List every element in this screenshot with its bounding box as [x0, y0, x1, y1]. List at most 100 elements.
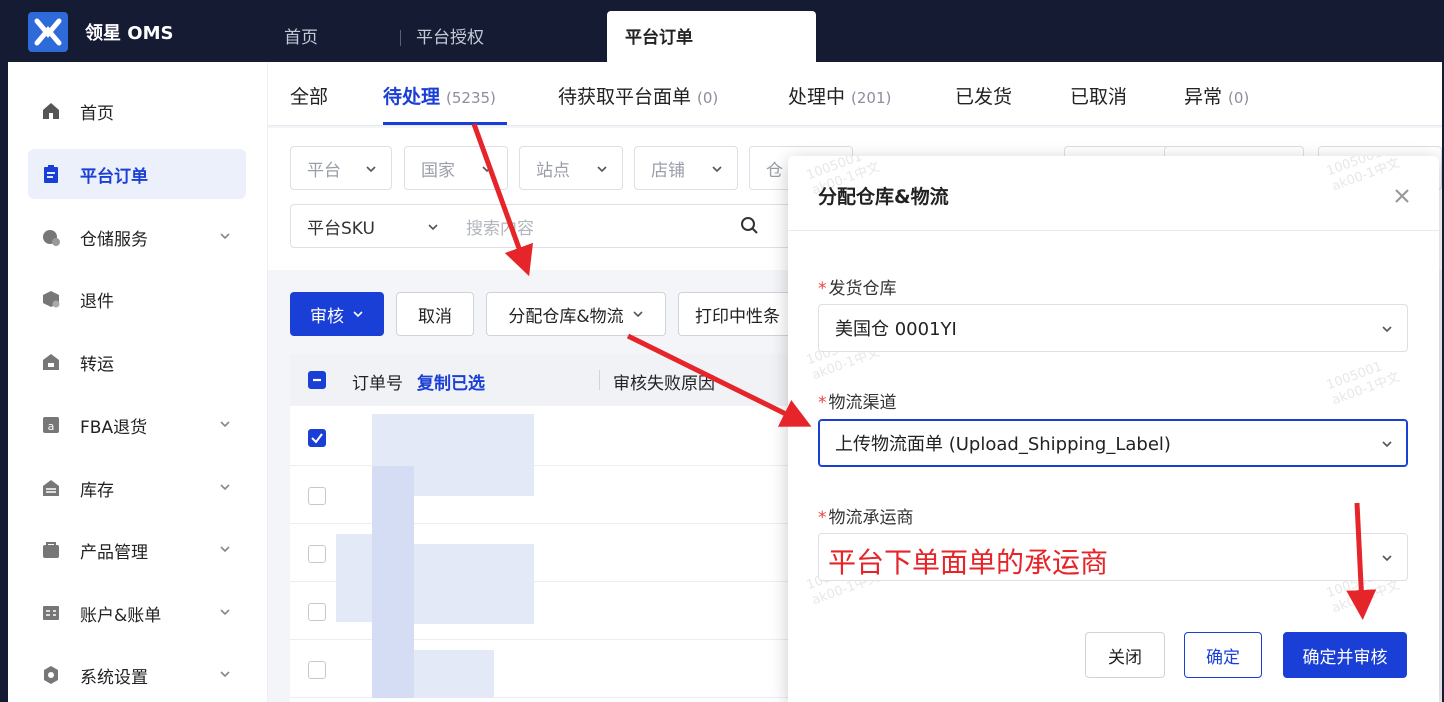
chevron-down-icon [1382, 555, 1392, 562]
chevron-down-icon [482, 166, 492, 173]
return-icon [40, 288, 62, 310]
confirm-and-audit-button[interactable]: 确定并审核 [1283, 632, 1407, 678]
sidebar-item-label: 退件 [80, 291, 114, 312]
account-icon [40, 602, 62, 624]
close-icon[interactable] [1392, 186, 1412, 206]
redacted-order-data [372, 524, 414, 582]
fba-icon: a [40, 414, 62, 436]
home-icon [40, 100, 62, 122]
window-frame-left [0, 0, 8, 702]
watermark: 1005001ak00-1中文 [1324, 359, 1402, 409]
chevron-down-icon [1382, 441, 1392, 448]
sidebar-item-label: 系统设置 [80, 667, 148, 688]
chevron-down-icon [220, 609, 230, 616]
assign-warehouse-logistics-dialog: 1005001ak00-1中文 1005001ak00-1中文 1005001a… [788, 156, 1439, 702]
cancel-order-button[interactable]: 取消 [396, 292, 474, 336]
logistics-channel-label: * 物流渠道 [818, 393, 897, 413]
top-tab-platform-orders[interactable]: 平台订单 [607, 11, 816, 62]
logistics-channel-select[interactable]: 上传物流面单 (Upload_Shipping_Label) [818, 419, 1408, 467]
sidebar-item-label: FBA退货 [80, 417, 148, 438]
warehouse-select[interactable]: 美国仓 0001YI [818, 304, 1408, 352]
top-tab-platform-auth[interactable]: 平台授权 [400, 0, 484, 62]
order-number-header: 订单号 [352, 374, 403, 394]
site-select[interactable]: 站点 [519, 146, 623, 190]
redacted-order-data [372, 582, 414, 640]
settings-icon [40, 664, 62, 686]
confirm-button[interactable]: 确定 [1184, 632, 1262, 678]
redacted-order-data [414, 582, 534, 624]
sidebar-item-label: 账户&账单 [80, 605, 162, 626]
row-checkbox[interactable] [308, 429, 326, 447]
sidebar-item-fba-returns[interactable]: a FBA退货 [28, 400, 246, 450]
copy-selected-link[interactable]: 复制已选 [417, 369, 485, 394]
warehouse-label: * 发货仓库 [818, 279, 897, 299]
column-separator [599, 370, 600, 390]
sidebar-item-label: 仓储服务 [80, 229, 148, 250]
sidebar-item-label: 库存 [80, 480, 114, 501]
watermark: 1005001ak00-1中文 [1324, 156, 1402, 195]
tab-cancelled[interactable]: 已取消 [1070, 82, 1127, 109]
search-icon[interactable] [740, 216, 760, 236]
shop-select[interactable]: 店铺 [634, 146, 738, 190]
top-bar: 领星 OMS 首页 平台授权 平台订单 [0, 0, 1444, 62]
chevron-down-icon [220, 671, 230, 678]
sku-type-select[interactable]: 平台SKU [290, 204, 454, 248]
redacted-order-data [372, 640, 414, 698]
redacted-order-data [414, 466, 534, 496]
tab-awaiting-label[interactable]: 待获取平台面单 (0) [558, 82, 718, 109]
assign-warehouse-logistics-button[interactable]: 分配仓库&物流 [486, 292, 666, 336]
redacted-order-data [372, 466, 414, 524]
sidebar: 首页 平台订单 仓储服务 退件 转运 a FBA退货 库存 产品管理 账户&账单 [8, 62, 268, 702]
sidebar-item-system-settings[interactable]: 系统设置 [28, 650, 246, 700]
chevron-down-icon [366, 166, 376, 173]
select-all-checkbox[interactable] [308, 371, 326, 389]
sidebar-item-platform-orders[interactable]: 平台订单 [28, 149, 246, 199]
clipboard-icon [40, 163, 62, 185]
logo-icon [28, 12, 68, 52]
chevron-down-icon [220, 421, 230, 428]
sidebar-item-transfer[interactable]: 转运 [28, 337, 246, 387]
sidebar-item-returns[interactable]: 退件 [28, 274, 246, 324]
row-checkbox[interactable] [308, 545, 326, 563]
redacted-order-data [336, 582, 372, 622]
chevron-down-icon [220, 546, 230, 553]
row-checkbox[interactable] [308, 603, 326, 621]
redacted-order-data [414, 650, 494, 698]
platform-select[interactable]: 平台 [290, 146, 392, 190]
sidebar-item-home[interactable]: 首页 [28, 86, 246, 136]
tab-exception[interactable]: 异常 (0) [1184, 82, 1249, 109]
sidebar-item-label: 产品管理 [80, 542, 148, 563]
status-tabs: 全部 待处理 (5235) 待获取平台面单 (0) 处理中 (201) 已发货 已取消… [268, 62, 1442, 126]
sidebar-item-account-billing[interactable]: 账户&账单 [28, 588, 246, 638]
chevron-down-icon [428, 224, 438, 231]
chevron-down-icon [712, 166, 722, 173]
carrier-label: * 物流承运商 [818, 508, 914, 528]
top-tab-home[interactable]: 首页 [284, 0, 318, 62]
redacted-order-data [336, 534, 372, 582]
audit-fail-reason-header: 审核失败原因 [613, 374, 715, 394]
chevron-down-icon [220, 233, 230, 240]
inventory-icon [40, 477, 62, 499]
audit-button[interactable]: 审核 [290, 292, 384, 336]
tab-shipped[interactable]: 已发货 [955, 82, 1012, 109]
chevron-down-icon [353, 311, 363, 318]
sidebar-item-product-management[interactable]: 产品管理 [28, 525, 246, 575]
redacted-order-data [372, 414, 534, 466]
sidebar-item-warehouse-service[interactable]: 仓储服务 [28, 212, 246, 262]
product-icon [40, 539, 62, 561]
chevron-down-icon [220, 484, 230, 491]
close-button[interactable]: 关闭 [1085, 632, 1165, 678]
svg-text:a: a [48, 420, 55, 433]
sidebar-item-inventory[interactable]: 库存 [28, 463, 246, 513]
sidebar-item-label: 平台订单 [80, 166, 148, 187]
tab-pending[interactable]: 待处理 (5235) [383, 82, 496, 109]
transfer-icon [40, 351, 62, 373]
country-select[interactable]: 国家 [404, 146, 508, 190]
warehouse-icon [40, 226, 62, 248]
tab-processing[interactable]: 处理中 (201) [788, 82, 891, 109]
brand-name: 领星 OMS [85, 23, 174, 44]
chevron-down-icon [1382, 326, 1392, 333]
tab-all[interactable]: 全部 [290, 82, 328, 109]
row-checkbox[interactable] [308, 661, 326, 679]
row-checkbox[interactable] [308, 487, 326, 505]
